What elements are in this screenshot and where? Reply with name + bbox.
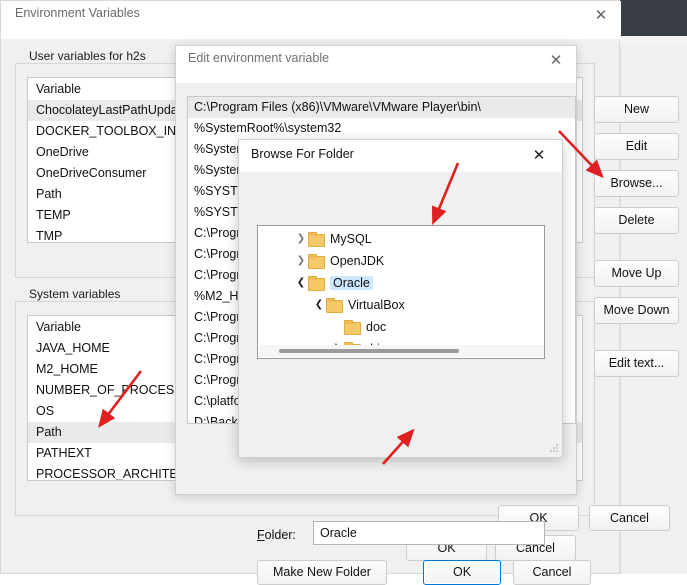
- close-icon[interactable]: ✕: [525, 144, 553, 168]
- browse-cancel-button[interactable]: Cancel: [513, 560, 591, 585]
- move-up-button[interactable]: Move Up: [594, 260, 679, 287]
- edit-button[interactable]: Edit: [594, 133, 679, 160]
- user-variables-legend: User variables for h2s: [25, 49, 150, 63]
- tree-item[interactable]: ❯ OpenJDK: [258, 250, 544, 272]
- resize-grip-icon[interactable]: [549, 444, 559, 454]
- page-title: Environment Variables: [15, 6, 140, 20]
- browse-ok-button[interactable]: OK: [423, 560, 501, 585]
- folder-field-label-rest: older:: [264, 528, 296, 542]
- folder-icon: [326, 298, 343, 313]
- edit-dialog-button-column: New Edit Browse... Delete Move Up Move D…: [594, 96, 680, 386]
- chevron-down-icon[interactable]: ❮: [312, 294, 326, 316]
- folder-tree[interactable]: ❯ MySQL ❯ OpenJDK ❮ Oracle ❮ VirtualBox doc …: [257, 225, 545, 359]
- chevron-right-icon[interactable]: ❯: [294, 228, 308, 250]
- folder-icon: [308, 254, 325, 269]
- tree-item-label: Oracle: [330, 276, 373, 290]
- make-new-folder-label: Make New Folder: [273, 565, 371, 579]
- edit-dialog-title: Edit environment variable: [188, 51, 330, 65]
- make-new-folder-button[interactable]: Make New Folder: [257, 560, 387, 585]
- browse-button[interactable]: Browse...: [594, 170, 679, 197]
- tree-item-label: MySQL: [330, 232, 372, 246]
- system-variables-legend: System variables: [25, 287, 125, 301]
- list-item[interactable]: %SystemRoot%\system32: [188, 118, 575, 139]
- tree-item[interactable]: ❯ MySQL: [258, 228, 544, 250]
- tree-item[interactable]: doc: [258, 316, 544, 338]
- folder-field-label: Folder:: [257, 528, 296, 542]
- folder-icon: [308, 276, 325, 291]
- browse-for-folder-dialog: Browse For Folder ✕ ❯ MySQL ❯ OpenJDK ❮ Ora…: [238, 139, 591, 585]
- folder-icon: [308, 232, 325, 247]
- delete-button[interactable]: Delete: [594, 207, 679, 234]
- edit-dialog-cancel-button[interactable]: Cancel: [589, 505, 670, 531]
- desktop-dark-window: [620, 0, 687, 36]
- close-icon[interactable]: ✕: [542, 49, 570, 73]
- tree-item[interactable]: ❮ VirtualBox: [258, 294, 544, 316]
- tree-horizontal-scrollbar[interactable]: [259, 345, 544, 357]
- close-icon[interactable]: ✕: [587, 4, 615, 28]
- browse-dialog-title: Browse For Folder: [251, 147, 354, 161]
- tree-item-label: OpenJDK: [330, 254, 385, 268]
- chevron-placeholder-icon: [330, 316, 344, 338]
- folder-icon: [344, 320, 361, 335]
- list-item[interactable]: C:\Program Files (x86)\VMware\VMware Pla…: [188, 97, 575, 118]
- tree-item-label: VirtualBox: [348, 298, 405, 312]
- folder-input[interactable]: Oracle: [313, 521, 545, 545]
- chevron-right-icon[interactable]: ❯: [294, 250, 308, 272]
- chevron-down-icon[interactable]: ❮: [294, 272, 308, 294]
- new-button[interactable]: New: [594, 96, 679, 123]
- tree-horizontal-scrollbar-thumb[interactable]: [279, 349, 459, 353]
- tree-item-label: doc: [366, 320, 387, 334]
- move-down-button[interactable]: Move Down: [594, 297, 679, 324]
- desktop-light-band: [620, 36, 687, 46]
- tree-item-oracle[interactable]: ❮ Oracle: [258, 272, 544, 294]
- edit-text-button[interactable]: Edit text...: [594, 350, 679, 377]
